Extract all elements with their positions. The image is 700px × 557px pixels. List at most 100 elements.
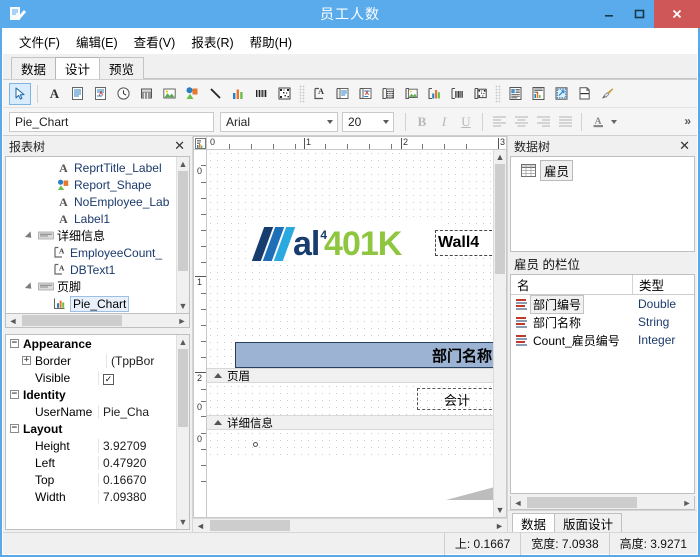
chart-icon[interactable] (227, 83, 249, 105)
db-chart-icon[interactable] (423, 83, 445, 105)
menu-view[interactable]: 查看(V) (126, 29, 184, 54)
visible-checkbox[interactable]: ✓ (103, 373, 114, 385)
bold-button[interactable]: B (411, 111, 433, 132)
expander-icon[interactable] (26, 282, 35, 291)
subreport-icon[interactable] (504, 83, 526, 105)
scroll-down-icon[interactable]: ▼ (494, 503, 506, 517)
property-top[interactable]: Top 0.16670 (6, 471, 189, 488)
band-separator-detail[interactable]: 详细信息 (207, 415, 506, 430)
db-label-icon[interactable]: A (308, 83, 330, 105)
band-collapse-icon[interactable] (214, 373, 222, 378)
band-detail[interactable] (207, 430, 506, 500)
property-username[interactable]: UserName Pie_Cha (6, 403, 189, 420)
tree-item-footer-band[interactable]: 页脚 (6, 278, 189, 295)
scroll-down-icon[interactable]: ▼ (177, 299, 189, 313)
scroll-up-icon[interactable]: ▲ (494, 150, 506, 164)
region-icon[interactable] (550, 83, 572, 105)
clock-icon[interactable] (112, 83, 134, 105)
band-page-header[interactable]: 会计 (207, 383, 506, 415)
scroll-thumb[interactable] (210, 520, 290, 531)
title-label-object[interactable]: Wall4 (435, 230, 497, 256)
property-height[interactable]: Height 3.92709 (6, 437, 189, 454)
scroll-thumb[interactable] (178, 349, 188, 427)
object-name-combo[interactable]: Pie_Chart (9, 111, 214, 132)
tree-item-reprttitle-label[interactable]: A ReprtTitle_Label (6, 159, 189, 176)
fields-grid-hscrollbar[interactable]: ◄ ► (510, 496, 695, 510)
minimize-button[interactable] (594, 0, 624, 28)
detail-marker-dot[interactable] (253, 442, 258, 447)
close-icon[interactable]: ✕ (676, 138, 693, 154)
menu-report[interactable]: 报表(R) (183, 29, 241, 54)
scroll-left-icon[interactable]: ◄ (6, 316, 20, 326)
field-row-dept-name[interactable]: 部门名称 String (511, 313, 694, 331)
db-richtext-icon[interactable]: A (354, 83, 376, 105)
barcode-icon[interactable] (250, 83, 272, 105)
menu-edit[interactable]: 编辑(E) (68, 29, 126, 54)
align-center-icon[interactable] (510, 111, 532, 132)
tree-item-label1[interactable]: A Label1 (6, 210, 189, 227)
db-calc-icon[interactable] (377, 83, 399, 105)
toolbar-overflow-button[interactable]: » (684, 114, 691, 128)
property-category-appearance[interactable]: − Appearance (6, 335, 189, 352)
property-category-identity[interactable]: − Identity (6, 386, 189, 403)
collapse-icon[interactable]: − (10, 390, 19, 399)
company-logo[interactable]: al 4 401K (251, 223, 442, 265)
scroll-left-icon[interactable]: ◄ (511, 498, 525, 508)
property-border[interactable]: + Border (TppBor (6, 352, 189, 369)
scroll-left-icon[interactable]: ◄ (193, 521, 208, 531)
menu-help[interactable]: 帮助(H) (242, 29, 300, 54)
align-left-icon[interactable] (488, 111, 510, 132)
tree-item-report-shape[interactable]: Report_Shape (6, 176, 189, 193)
collapse-icon[interactable]: − (10, 424, 19, 433)
close-button[interactable] (654, 0, 700, 28)
scroll-down-icon[interactable]: ▼ (177, 515, 189, 529)
tree-item-noemployee-label[interactable]: A NoEmployee_Lab (6, 193, 189, 210)
tab-design[interactable]: 设计 (55, 57, 101, 79)
italic-button[interactable]: I (433, 111, 455, 132)
memo-icon[interactable] (66, 83, 88, 105)
align-right-icon[interactable] (532, 111, 554, 132)
band-collapse-icon[interactable] (214, 420, 222, 425)
rich-text-icon[interactable]: A (89, 83, 111, 105)
data-tree-item-employee[interactable]: 雇员 (521, 159, 694, 181)
menu-file[interactable]: 文件(F) (11, 29, 68, 54)
underline-button[interactable]: U (455, 111, 477, 132)
db-qrcode-icon[interactable] (469, 83, 491, 105)
bottom-tab-data[interactable]: 数据 (512, 513, 556, 532)
fields-grid[interactable]: 名 类型 部门编号 Double 部门名称 String Count_雇员编号 … (510, 274, 695, 494)
band-separator-header[interactable]: 页眉 (207, 368, 506, 383)
font-color-button[interactable]: A (587, 111, 609, 132)
property-width[interactable]: Width 7.09380 (6, 488, 189, 505)
qrcode-icon[interactable] (273, 83, 295, 105)
db-memo-icon[interactable] (331, 83, 353, 105)
image-icon[interactable] (158, 83, 180, 105)
tree-item-detail-band[interactable]: 详细信息 (6, 227, 189, 244)
report-tree-vscrollbar[interactable]: ▲ ▼ (176, 157, 189, 313)
scroll-up-icon[interactable]: ▲ (177, 157, 189, 171)
field-row-dept-id[interactable]: 部门编号 Double (511, 294, 694, 314)
db-barcode-icon[interactable] (446, 83, 468, 105)
label-text-icon[interactable]: A (43, 83, 65, 105)
ruler-corner-icon[interactable] (193, 136, 207, 150)
data-tree-list[interactable]: 雇员 (510, 156, 695, 252)
tree-item-dbtext1[interactable]: A DBText1 (6, 261, 189, 278)
scroll-thumb[interactable] (178, 171, 188, 271)
format-painter-icon[interactable] (596, 83, 618, 105)
scroll-thumb[interactable] (495, 164, 505, 274)
tree-item-employeecount[interactable]: A EmployeeCount_ (6, 244, 189, 261)
font-size-combo[interactable]: 20 (342, 111, 394, 132)
report-tree-list[interactable]: A ReprtTitle_Label Report_Shape A NoEmpl… (5, 156, 190, 314)
scroll-thumb[interactable] (527, 497, 637, 508)
page-break-icon[interactable] (573, 83, 595, 105)
collapse-icon[interactable]: − (10, 339, 19, 348)
property-visible[interactable]: Visible ✓ (6, 369, 189, 386)
expander-icon[interactable] (26, 231, 35, 240)
property-category-layout[interactable]: − Layout (6, 420, 189, 437)
band-title[interactable]: al 4 401K Wall4 部门名称 (207, 150, 506, 368)
shape-icon[interactable] (181, 83, 203, 105)
line-icon[interactable] (204, 83, 226, 105)
bottom-tab-layout[interactable]: 版面设计 (554, 513, 623, 532)
property-left[interactable]: Left 0.47920 (6, 454, 189, 471)
font-color-dropdown[interactable] (609, 111, 619, 132)
canvas-hscrollbar[interactable]: ◄ ► (193, 518, 507, 532)
